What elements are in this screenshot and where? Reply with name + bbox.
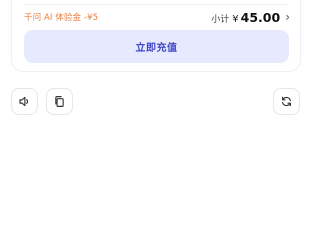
order-card: 千问 AI 体验金 -¥5 小计 ¥ 45.00 › 立即充值 [11,0,301,72]
speaker-icon [18,95,31,108]
copy-button[interactable] [46,88,73,115]
recharge-button[interactable]: 立即充值 [24,30,289,63]
discount-info: 千问 AI 体验金 -¥5 [24,11,98,23]
discount-amount: -¥5 [83,13,99,23]
chat-page: 千问 AI 体验金 -¥5 小计 ¥ 45.00 › 立即充值 [0,0,320,200]
subtotal[interactable]: 小计 ¥ 45.00 › [211,10,290,25]
speaker-button[interactable] [11,88,38,115]
refresh-button[interactable] [273,88,300,115]
subtotal-label: 小计 [211,14,230,25]
copy-icon [53,95,66,108]
card-divider [24,4,288,5]
subtotal-amount: 45.00 [240,9,281,25]
currency-symbol: ¥ [232,13,239,25]
refresh-icon [280,95,293,108]
chevron-right-icon[interactable]: › [285,10,290,24]
order-summary-row[interactable]: 千问 AI 体验金 -¥5 小计 ¥ 45.00 › [24,9,290,25]
discount-label: 千问 AI 体验金 [24,13,82,23]
